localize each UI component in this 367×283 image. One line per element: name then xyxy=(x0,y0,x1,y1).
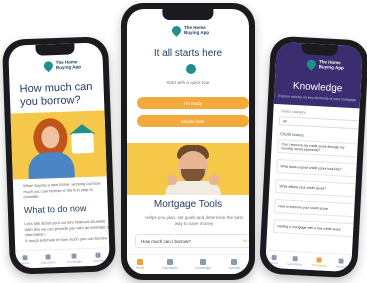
phone-left: The Home Buying App How much can you bor… xyxy=(1,36,117,275)
select-value: All xyxy=(282,118,287,124)
location-pin-icon xyxy=(304,58,318,71)
tab-account[interactable]: Account xyxy=(93,252,104,262)
item-label: Can I improve my credit score through my… xyxy=(281,142,345,153)
book-icon xyxy=(316,256,323,263)
right-screen: The Home Buying App Knowledge Explore ar… xyxy=(265,41,363,273)
phone-right: The Home Buying App Knowledge Explore ar… xyxy=(258,35,367,279)
location-pin-icon xyxy=(170,24,183,38)
tab-bar: Home Calculators Knowledge Account xyxy=(127,254,249,274)
tab-label: Home xyxy=(135,266,145,270)
plus-icon: + xyxy=(242,237,247,245)
category-select[interactable]: All ⌄ xyxy=(278,116,363,130)
tab-label: Calculators xyxy=(287,261,303,267)
list-item[interactable]: Getting a mortgage with a low credit sco… xyxy=(272,218,360,238)
brand-logo: The Home Buying App xyxy=(42,59,92,73)
calculator-icon xyxy=(45,253,51,260)
home-icon xyxy=(137,259,144,265)
tab-label: Calculators xyxy=(161,266,178,270)
phone-center: The Home Buying App It all starts here S… xyxy=(121,3,255,280)
home-icon xyxy=(22,254,28,260)
hero-image xyxy=(127,143,249,195)
plus-icon: + xyxy=(352,206,357,213)
tab-label: Knowledge xyxy=(195,266,212,270)
tab-label: Home xyxy=(269,260,279,265)
brand-logo: The Home Buying App xyxy=(170,24,220,38)
card-label: How much can I borrow? xyxy=(141,238,191,244)
tab-label: Knowledge xyxy=(311,262,327,268)
chevron-down-icon: ⌄ xyxy=(357,122,361,127)
book-icon xyxy=(71,252,77,259)
tab-label: Knowledge xyxy=(66,258,82,264)
intro-text: When buying a new home, working out how … xyxy=(22,180,101,200)
page-title: How much can you borrow? xyxy=(19,80,93,108)
tab-home[interactable]: Home xyxy=(269,254,279,265)
user-icon xyxy=(231,259,238,265)
section-body: Let's talk about your current financial … xyxy=(24,218,110,243)
hero-image xyxy=(10,110,107,180)
item-label: What affects your credit score? xyxy=(279,184,327,191)
brand-name: The Home Buying App xyxy=(55,59,82,70)
borrow-calculator-card[interactable]: How much can I borrow? + xyxy=(135,234,249,248)
section-subtitle: Helps you plan, set goals and determine … xyxy=(145,215,243,227)
list-item[interactable]: What affects your credit score? + xyxy=(275,179,362,198)
center-screen: The Home Buying App It all starts here S… xyxy=(127,9,249,274)
book-icon xyxy=(200,259,207,265)
location-pin-icon xyxy=(186,64,196,74)
page-subtitle: Start with a quick tour xyxy=(166,80,210,85)
plus-icon: + xyxy=(351,226,356,233)
tab-label: Calculators xyxy=(40,259,56,265)
tab-label: Account xyxy=(228,266,241,270)
section-title: Mortgage Tools xyxy=(153,199,223,210)
location-pin-icon xyxy=(42,59,55,73)
tab-bar: Home Calculators Knowledge Account xyxy=(15,247,110,269)
home-icon xyxy=(271,254,277,260)
tab-home[interactable]: Home xyxy=(21,254,30,265)
left-screen: The Home Buying App How much can you bor… xyxy=(8,42,110,269)
user-icon xyxy=(338,257,345,264)
tab-calculators[interactable]: Calculators xyxy=(40,253,56,265)
tab-home[interactable]: Home xyxy=(135,259,145,270)
calculator-icon xyxy=(166,259,173,265)
tab-calculators[interactable]: Calculators xyxy=(287,255,303,266)
tab-label: Account xyxy=(335,263,347,269)
brand-name: The Home Buying App xyxy=(184,25,210,35)
phone-notch xyxy=(301,43,338,57)
list-item[interactable]: What does a good credit score look like?… xyxy=(276,159,363,178)
item-label: What does a good credit score look like? xyxy=(280,164,342,172)
tab-label: Home xyxy=(21,260,30,265)
tab-bar: Home Calculators Knowledge Account xyxy=(265,249,352,273)
item-label: Getting a mortgage with a low credit sco… xyxy=(277,224,341,232)
item-label: How to improve your credit score xyxy=(278,204,328,211)
tab-account[interactable]: Account xyxy=(228,259,241,270)
tab-knowledge[interactable]: Knowledge xyxy=(66,252,82,264)
calculator-icon xyxy=(292,255,298,261)
plus-icon: + xyxy=(355,146,360,153)
phone-notch xyxy=(35,43,76,56)
list-item[interactable]: How to improve your credit score + xyxy=(274,199,361,218)
section-title: What to do now xyxy=(23,203,87,216)
brand-name: The Home Buying App xyxy=(318,59,344,71)
tab-label: Account xyxy=(93,257,105,263)
tab-knowledge[interactable]: Knowledge xyxy=(311,256,327,268)
list-item[interactable]: Can I improve my credit score through my… xyxy=(277,139,363,158)
tab-calculators[interactable]: Calculators xyxy=(162,259,178,270)
maybe-later-button[interactable]: Maybe later xyxy=(137,115,249,127)
article-list: Can I improve my credit score through my… xyxy=(272,139,363,243)
phone-notch xyxy=(162,9,214,20)
tab-knowledge[interactable]: Knowledge xyxy=(195,259,211,270)
plus-icon: + xyxy=(353,186,358,193)
filter-label: Select category xyxy=(281,109,306,115)
user-icon xyxy=(95,252,101,258)
section-title: Credit scores xyxy=(280,131,304,138)
page-title: It all starts here xyxy=(153,48,223,59)
plus-icon: + xyxy=(354,166,359,173)
tab-account[interactable]: Account xyxy=(335,257,347,269)
im-ready-button[interactable]: I'm ready xyxy=(137,97,249,109)
